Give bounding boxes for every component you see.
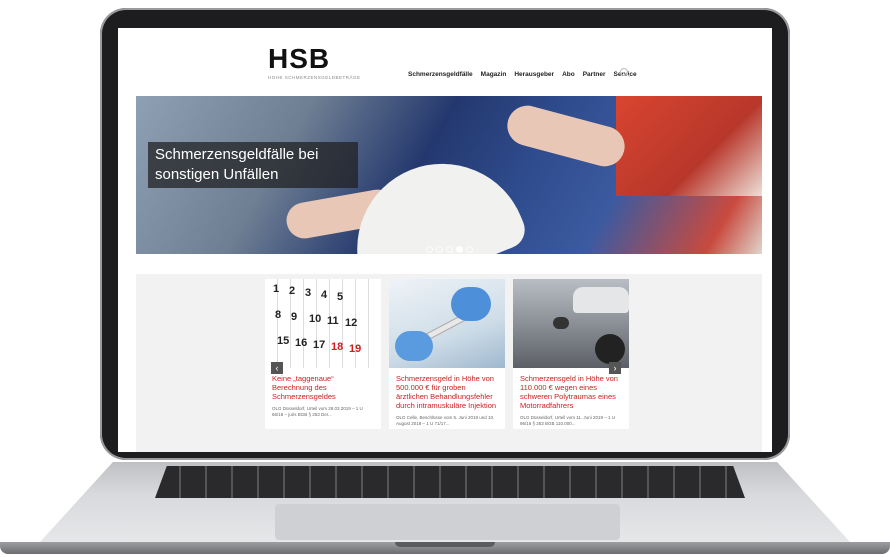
article-title[interactable]: Schmerzensgeld in Höhe von 500.000 € für…	[396, 374, 498, 410]
calendar-number: 16	[295, 337, 308, 349]
calendar-number: 4	[321, 289, 328, 301]
calendar-number: 19	[349, 343, 362, 355]
laptop-notch	[395, 542, 495, 547]
hero-image-hand	[502, 101, 630, 171]
slider-dot[interactable]	[436, 246, 443, 253]
hero-image-vest	[616, 96, 762, 196]
article-meta: OLG Düsseldorf, Urteil vom 28.03.2019 – …	[272, 406, 363, 417]
calendar-number: 15	[277, 335, 290, 347]
slider-dot[interactable]	[446, 246, 453, 253]
slider-dot[interactable]	[466, 246, 473, 253]
nav-item-herausgeber[interactable]: Herausgeber	[514, 71, 554, 78]
slider-dot-active[interactable]	[456, 246, 463, 253]
article-image-crash	[513, 279, 629, 368]
nav-item-magazin[interactable]: Magazin	[481, 71, 507, 78]
calendar-number: 2	[289, 285, 296, 297]
calendar-number: 5	[337, 291, 344, 303]
slider-dot[interactable]	[426, 246, 433, 253]
article-card[interactable]: Schmerzensgeld in Höhe von 110.000 € weg…	[513, 279, 629, 429]
article-carousel: 1 2 3 4 5 8 9 10 11 12 15 16 17 18 19 Ke…	[136, 274, 762, 452]
car-shape	[573, 287, 629, 313]
motorbike-shape	[595, 334, 625, 364]
calendar-number: 9	[291, 311, 298, 323]
browser-screen: HSB HOHE SCHMERZENSGELDBETRÄGE Schmerzen…	[118, 28, 772, 452]
chevron-right-icon: ›	[613, 363, 617, 373]
carousel-prev-button[interactable]: ‹	[271, 362, 283, 374]
calendar-number: 12	[345, 317, 358, 329]
calendar-number: 1	[273, 283, 280, 295]
article-card[interactable]: Schmerzensgeld in Höhe von 500.000 € für…	[389, 279, 505, 429]
calendar-number: 17	[313, 339, 326, 351]
nav-item-abo[interactable]: Abo	[562, 71, 575, 78]
site-logo[interactable]: HSB	[268, 44, 330, 74]
helmet-shape	[553, 317, 569, 329]
main-nav: Schmerzensgeldfälle Magazin Herausgeber …	[408, 71, 637, 78]
nav-item-schmerzensgeldfaelle[interactable]: Schmerzensgeldfälle	[408, 71, 473, 78]
slider-dots	[426, 246, 473, 253]
article-meta: OLG Celle, Beschlüsse vom 5. Juni 2018 u…	[396, 415, 495, 426]
carousel-next-button[interactable]: ›	[609, 362, 621, 374]
calendar-number: 10	[309, 313, 322, 325]
glove-shape	[451, 287, 491, 321]
nav-item-partner[interactable]: Partner	[583, 71, 606, 78]
glove-shape	[395, 331, 433, 361]
site-header: HSB HOHE SCHMERZENSGELDBETRÄGE Schmerzen…	[118, 28, 772, 96]
article-title[interactable]: Keine „taggenaue“ Berechnung des Schmerz…	[272, 374, 374, 401]
article-meta: OLG Düsseldorf, Urteil vom 11. Juni 2019…	[520, 415, 615, 426]
laptop-keyboard	[155, 466, 745, 498]
article-title[interactable]: Schmerzensgeld in Höhe von 110.000 € weg…	[520, 374, 622, 410]
calendar-number: 3	[305, 287, 312, 299]
article-image-syringe	[389, 279, 505, 368]
laptop-trackpad	[275, 504, 620, 540]
logo-subtitle: HOHE SCHMERZENSGELDBETRÄGE	[268, 75, 361, 80]
calendar-number: 18	[331, 341, 344, 353]
article-image-calendar: 1 2 3 4 5 8 9 10 11 12 15 16 17 18 19	[265, 279, 381, 368]
search-icon[interactable]	[620, 68, 628, 76]
article-card[interactable]: 1 2 3 4 5 8 9 10 11 12 15 16 17 18 19 Ke…	[265, 279, 381, 429]
hero-caption[interactable]: Schmerzensgeldfälle bei sonstigen Unfäll…	[148, 142, 358, 188]
laptop-base	[0, 462, 890, 557]
calendar-number: 11	[327, 315, 339, 327]
calendar-number: 8	[275, 309, 282, 321]
hero-slider[interactable]: Schmerzensgeldfälle bei sonstigen Unfäll…	[136, 96, 762, 254]
chevron-left-icon: ‹	[275, 363, 279, 373]
